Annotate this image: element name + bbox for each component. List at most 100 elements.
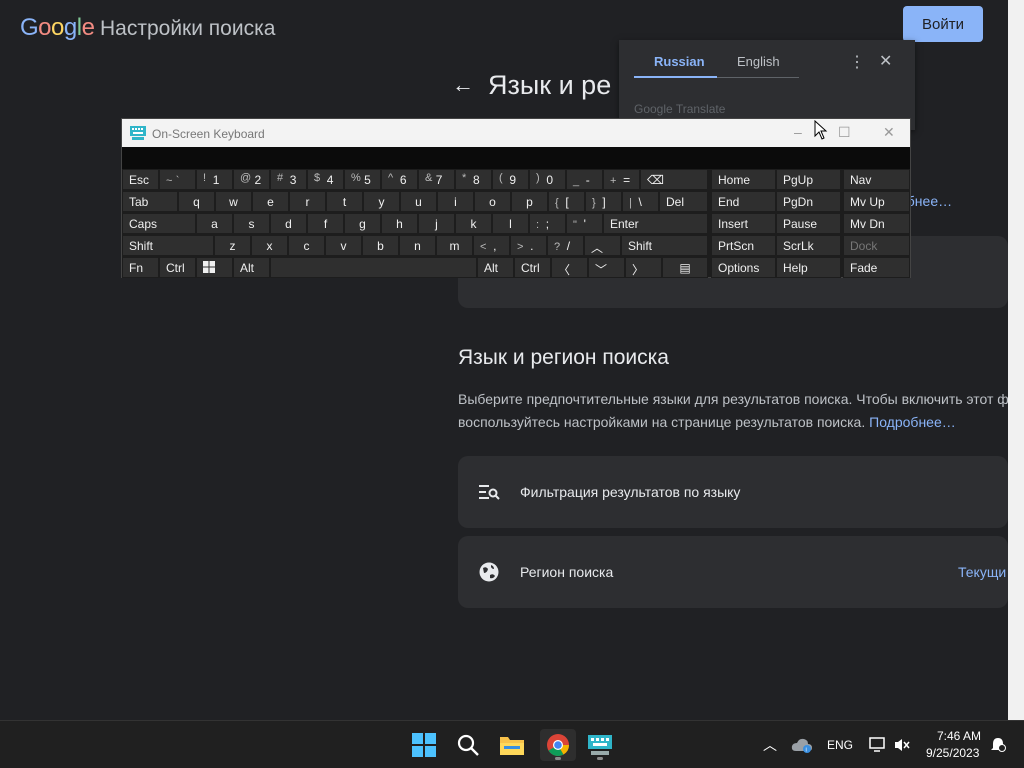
key-u[interactable]: u — [400, 191, 437, 212]
key-shift-left[interactable]: Shift — [122, 235, 214, 256]
key-p[interactable]: p — [511, 191, 548, 212]
clock-time[interactable]: 7:46 AM — [937, 729, 981, 743]
key-semicolon[interactable]: : ; — [529, 213, 566, 234]
key-minus[interactable]: _ - — [566, 169, 603, 190]
key-ctrl-right[interactable]: Ctrl — [514, 257, 551, 278]
maximize-icon[interactable]: ☐ — [838, 124, 851, 141]
key-fade[interactable]: Fade — [843, 257, 910, 278]
key-z[interactable]: z — [214, 235, 251, 256]
context-menu-icon[interactable]: ▤ — [662, 257, 708, 278]
notification-icon[interactable] — [982, 729, 1014, 761]
chevron-up-icon[interactable]: ︿ — [763, 735, 777, 755]
key-l[interactable]: l — [492, 213, 529, 234]
search-icon[interactable] — [452, 729, 484, 761]
key-q[interactable]: q — [178, 191, 215, 212]
key-caps[interactable]: Caps — [122, 213, 196, 234]
key-comma[interactable]: < , — [473, 235, 510, 256]
arrow-up-icon[interactable]: ︿ — [584, 235, 621, 256]
language-filter-card[interactable]: Фильтрация результатов по языку — [458, 456, 1008, 528]
key-f[interactable]: f — [307, 213, 344, 234]
key-prtscn[interactable]: PrtScn — [711, 235, 776, 256]
key-0[interactable]: ) 0 — [529, 169, 566, 190]
key-a[interactable]: a — [196, 213, 233, 234]
volume-muted-icon[interactable] — [886, 729, 918, 761]
minimize-icon[interactable]: – — [794, 124, 802, 140]
key-o[interactable]: o — [474, 191, 511, 212]
key-tilde[interactable]: ~ ` — [159, 169, 196, 190]
clock-date[interactable]: 9/25/2023 — [926, 746, 979, 760]
key-t[interactable]: t — [326, 191, 363, 212]
key-s[interactable]: s — [233, 213, 270, 234]
key-ctrl-left[interactable]: Ctrl — [159, 257, 196, 278]
key-4[interactable]: $ 4 — [307, 169, 344, 190]
arrow-down-icon[interactable]: ﹀ — [588, 257, 625, 278]
key-n[interactable]: n — [399, 235, 436, 256]
learn-more-link[interactable]: Подробнее… — [869, 414, 956, 430]
key-insert[interactable]: Insert — [711, 213, 776, 234]
more-vert-icon[interactable]: ⋮ — [849, 52, 865, 72]
key-esc[interactable]: Esc — [122, 169, 159, 190]
key-tab[interactable]: Tab — [122, 191, 178, 212]
key-pgup[interactable]: PgUp — [776, 169, 841, 190]
key-space[interactable] — [270, 257, 477, 278]
key-pause[interactable]: Pause — [776, 213, 841, 234]
windows-icon[interactable] — [196, 257, 233, 278]
tab-english[interactable]: English — [737, 54, 780, 78]
key-mv-up[interactable]: Mv Up — [843, 191, 910, 212]
key-help[interactable]: Help — [776, 257, 841, 278]
windows-start-icon[interactable] — [408, 729, 440, 761]
key-1[interactable]: ! 1 — [196, 169, 233, 190]
arrow-right-icon[interactable]: 〉 — [625, 257, 662, 278]
key-x[interactable]: x — [251, 235, 288, 256]
key-6[interactable]: ^ 6 — [381, 169, 418, 190]
backspace-icon[interactable]: ⌫ — [640, 169, 708, 190]
key-options[interactable]: Options — [711, 257, 776, 278]
key-j[interactable]: j — [418, 213, 455, 234]
close-icon[interactable]: ✕ — [879, 51, 892, 71]
key-equals[interactable]: + = — [603, 169, 640, 190]
key-k[interactable]: k — [455, 213, 492, 234]
key-2[interactable]: @ 2 — [233, 169, 270, 190]
key-mv-dn[interactable]: Mv Dn — [843, 213, 910, 234]
file-explorer-icon[interactable] — [496, 729, 528, 761]
osk-titlebar[interactable]: On-Screen Keyboard – ☐ ✕ — [122, 119, 910, 147]
key-v[interactable]: v — [325, 235, 362, 256]
key-8[interactable]: * 8 — [455, 169, 492, 190]
key-i[interactable]: i — [437, 191, 474, 212]
key-e[interactable]: e — [252, 191, 289, 212]
key-alt-left[interactable]: Alt — [233, 257, 270, 278]
key-fn[interactable]: Fn — [122, 257, 159, 278]
key-pgdn[interactable]: PgDn — [776, 191, 841, 212]
key-enter[interactable]: Enter — [603, 213, 708, 234]
arrow-left-icon[interactable]: 〈 — [551, 257, 588, 278]
key-home[interactable]: Home — [711, 169, 776, 190]
sign-in-button[interactable]: Войти — [903, 6, 983, 42]
key-9[interactable]: ( 9 — [492, 169, 529, 190]
on-screen-keyboard-icon[interactable] — [584, 729, 616, 761]
onedrive-icon[interactable]: i — [786, 729, 818, 761]
key-3[interactable]: # 3 — [270, 169, 307, 190]
key-delete[interactable]: Del — [659, 191, 708, 212]
page-scrollbar[interactable] — [1008, 0, 1024, 720]
key-alt-right[interactable]: Alt — [477, 257, 514, 278]
key-bracket-right[interactable]: } ] — [585, 191, 622, 212]
key-c[interactable]: c — [288, 235, 325, 256]
current-region-value[interactable]: Текущи — [958, 564, 1006, 580]
key-period[interactable]: > . — [510, 235, 547, 256]
key-7[interactable]: & 7 — [418, 169, 455, 190]
chrome-icon[interactable] — [540, 729, 576, 761]
arrow-left-icon[interactable]: ← — [452, 72, 474, 98]
key-backslash[interactable]: | \ — [622, 191, 659, 212]
key-shift-right[interactable]: Shift — [621, 235, 708, 256]
key-scrlk[interactable]: ScrLk — [776, 235, 841, 256]
search-region-card[interactable]: Регион поиска Текущи — [458, 536, 1008, 608]
key-h[interactable]: h — [381, 213, 418, 234]
key-b[interactable]: b — [362, 235, 399, 256]
key-slash[interactable]: ? / — [547, 235, 584, 256]
language-indicator[interactable]: ENG — [827, 738, 853, 752]
key-d[interactable]: d — [270, 213, 307, 234]
google-logo[interactable]: Google — [20, 14, 95, 42]
key-5[interactable]: % 5 — [344, 169, 381, 190]
key-quote[interactable]: " ' — [566, 213, 603, 234]
key-g[interactable]: g — [344, 213, 381, 234]
